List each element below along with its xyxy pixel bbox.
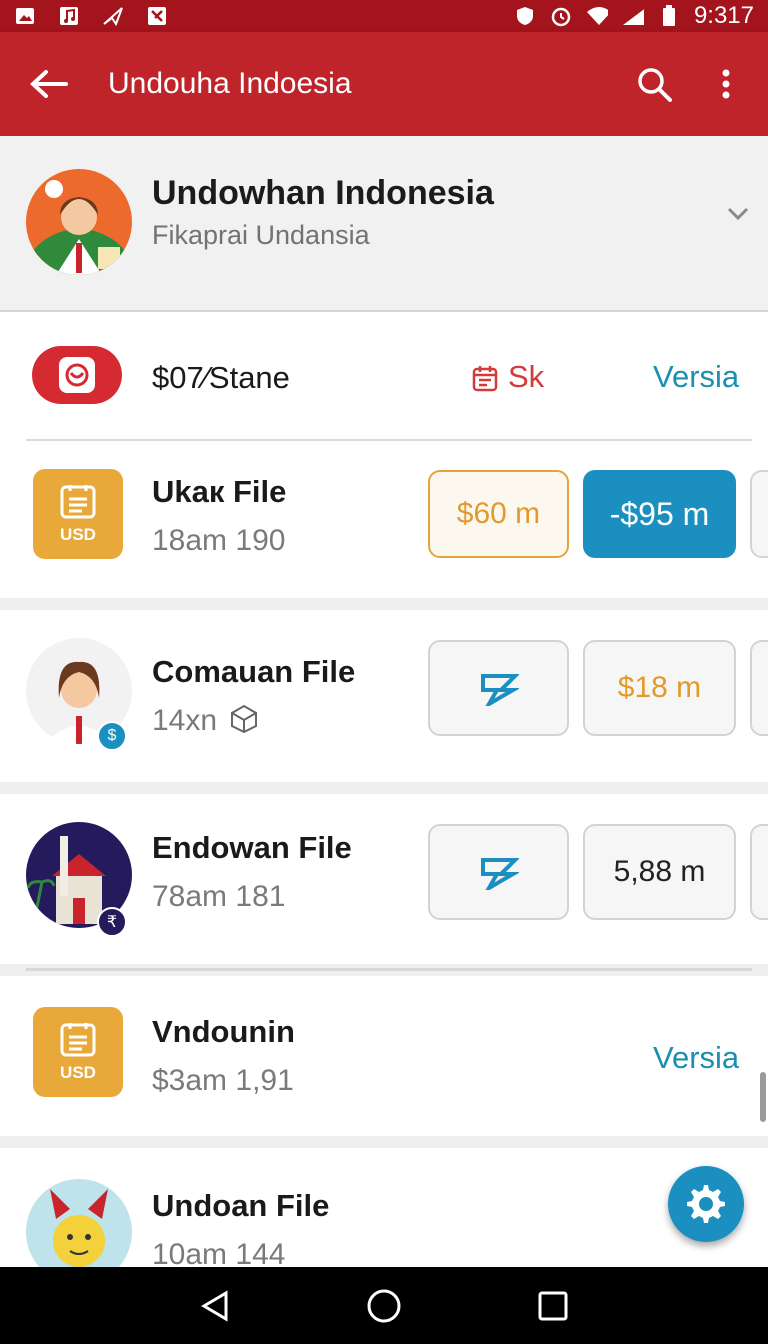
- square-recents-icon: [538, 1291, 568, 1320]
- status-badge: Sk: [508, 359, 545, 394]
- profile-avatar: [26, 169, 132, 275]
- calendar-icon: [472, 364, 498, 397]
- list-item-title: $07⁄Stane: [152, 360, 290, 395]
- settings-fab[interactable]: [668, 1166, 744, 1242]
- list-item-title: Undoan File: [152, 1188, 330, 1223]
- versia-link[interactable]: Versia: [653, 359, 739, 395]
- search-icon: [638, 68, 672, 102]
- price-button[interactable]: $18 m: [583, 640, 736, 736]
- alarm-icon: [550, 6, 572, 27]
- list-card[interactable]: USD Vndounin $3am 1,91 Versia: [0, 976, 768, 1136]
- list-item-subtitle: 78am 181: [152, 880, 286, 913]
- app-title: Undouha Indoesia: [108, 67, 352, 100]
- shield-icon: [514, 6, 536, 26]
- status-bar: 9:317: [0, 0, 768, 32]
- list-item-subtitle: 10am 144: [152, 1238, 286, 1267]
- list-item[interactable]: $07⁄Stane Sk Versia: [0, 312, 768, 440]
- back-button[interactable]: [0, 32, 96, 136]
- list-item-title: Endowan File: [152, 830, 352, 865]
- scrollbar-thumb[interactable]: [760, 1072, 766, 1122]
- profile-name: Undowhan Indonesia: [152, 174, 494, 212]
- triangle-back-icon: [200, 1289, 228, 1322]
- file-list: $07⁄Stane Sk Versia USD Ukaк File 18am 1…: [0, 312, 768, 1267]
- zap-button[interactable]: [428, 640, 569, 736]
- cube-icon: [230, 704, 258, 739]
- app-notification-icon: [146, 6, 168, 26]
- circle-home-icon: [367, 1289, 401, 1322]
- currency-badge-icon: ₹: [97, 907, 127, 937]
- list-item-title: Ukaк File: [152, 474, 287, 509]
- send-notification-icon: [102, 6, 124, 26]
- divider: [26, 439, 752, 441]
- zap-icon: [480, 858, 519, 890]
- list-card[interactable]: $ Comauan File 14xn $18 m: [0, 610, 768, 782]
- music-notification-icon: [58, 6, 80, 26]
- wifi-icon: [586, 6, 608, 26]
- arrow-back-icon: [30, 70, 68, 98]
- image-notification-icon: [14, 6, 36, 26]
- gear-icon: [687, 1185, 725, 1223]
- price-button[interactable]: 5,88 m: [583, 824, 736, 920]
- price-button-partial[interactable]: [750, 470, 768, 558]
- system-nav-bar: [0, 1267, 768, 1344]
- nav-recents-button[interactable]: [523, 1276, 583, 1336]
- list-card[interactable]: Undoan File 10am 144: [0, 1148, 768, 1267]
- usd-label: USD: [60, 1063, 96, 1082]
- profile-header[interactable]: Undowhan Indonesia Fikaprai Undansia: [0, 136, 768, 312]
- list-item[interactable]: USD Ukaк File 18am 190 $60 m -$95 m: [0, 442, 768, 598]
- list-item-subtitle: $3am 1,91: [152, 1064, 294, 1097]
- divider: [26, 968, 752, 971]
- battery-icon: [658, 5, 680, 26]
- profile-subtitle: Fikaprai Undansia: [152, 220, 370, 250]
- document-usd-icon: USD: [33, 469, 123, 559]
- price-button-selected[interactable]: -$95 m: [583, 470, 736, 558]
- search-button[interactable]: [624, 54, 684, 114]
- chevron-down-icon[interactable]: [726, 206, 750, 227]
- zap-button[interactable]: [428, 824, 569, 920]
- signal-icon: [622, 6, 644, 26]
- price-button-partial[interactable]: [750, 640, 768, 736]
- item-avatar: [26, 1179, 132, 1267]
- overflow-menu-button[interactable]: [696, 54, 756, 114]
- list-card[interactable]: ₹ Endowan File 78am 181 5,88 m: [0, 794, 768, 964]
- app-bar: Undouha Indoesia: [0, 32, 768, 136]
- versia-link[interactable]: Versia: [653, 1040, 739, 1076]
- list-item-title: Vndounin: [152, 1014, 295, 1049]
- price-button[interactable]: $60 m: [428, 470, 569, 558]
- list-card: $07⁄Stane Sk Versia USD Ukaк File 18am 1…: [0, 312, 768, 598]
- price-button-partial[interactable]: [750, 824, 768, 920]
- list-item-title: Comauan File: [152, 654, 356, 689]
- more-vert-icon: [722, 69, 730, 99]
- currency-badge-icon: $: [97, 721, 127, 751]
- zap-icon: [480, 674, 519, 706]
- list-item-subtitle: 14xn: [152, 704, 218, 737]
- nav-home-button[interactable]: [354, 1276, 414, 1336]
- brand-icon: [32, 346, 122, 404]
- list-item-subtitle: 18am 190: [152, 524, 286, 557]
- nav-back-button[interactable]: [185, 1276, 245, 1336]
- document-usd-icon: USD: [33, 1007, 123, 1097]
- usd-label: USD: [60, 525, 96, 544]
- status-time: 9:317: [693, 2, 754, 29]
